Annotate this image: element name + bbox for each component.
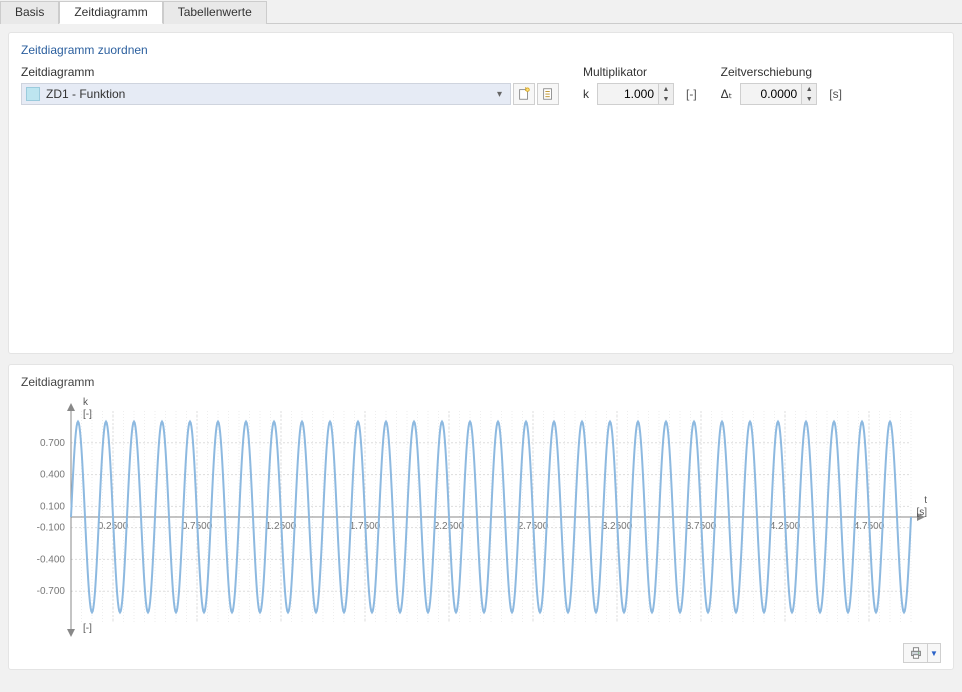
svg-text:[s]: [s] (916, 507, 927, 518)
svg-text:-0.700: -0.700 (37, 586, 66, 597)
zeitverschiebung-field: Zeitverschiebung Δₜ ▲ ▼ [s] (721, 65, 842, 105)
new-document-icon (517, 87, 531, 101)
tab-tabellenwerte[interactable]: Tabellenwerte (163, 1, 267, 24)
zeitdiagramm-select-text: ZD1 - Funktion (46, 87, 493, 101)
svg-text:[-]: [-] (83, 623, 92, 634)
zeitverschiebung-input[interactable] (741, 87, 801, 101)
svg-text:t: t (924, 495, 927, 506)
chevron-down-icon: ▼ (930, 649, 938, 658)
svg-text:0.100: 0.100 (40, 501, 65, 512)
zeitverschiebung-symbol: Δₜ (721, 87, 733, 101)
multiplikator-step-up[interactable]: ▲ (659, 84, 673, 94)
chart-panel: Zeitdiagramm 0.700 0.400 0.100 -0.100 -0.400… (8, 364, 954, 670)
zeitverschiebung-step-up[interactable]: ▲ (802, 84, 816, 94)
svg-text:0.700: 0.700 (40, 438, 65, 449)
print-button-dropdown[interactable]: ▼ (927, 643, 941, 663)
zeitverschiebung-spinner[interactable]: ▲ ▼ (740, 83, 817, 105)
new-zeitdiagramm-button[interactable] (513, 83, 535, 105)
zeitverschiebung-label: Zeitverschiebung (721, 65, 842, 79)
chart-panel-title: Zeitdiagramm (21, 375, 941, 389)
zeitdiagramm-field: Zeitdiagramm ZD1 - Funktion ▾ (21, 65, 559, 105)
chart-svg: 0.7000.4000.100-0.100-0.400-0.7000.25000… (21, 393, 941, 641)
document-icon (541, 87, 555, 101)
tab-zeitdiagramm[interactable]: Zeitdiagramm (59, 1, 162, 24)
chevron-down-icon: ▾ (493, 89, 506, 100)
multiplikator-unit: [-] (686, 87, 697, 101)
print-button[interactable] (903, 643, 927, 663)
zeitverschiebung-unit: [s] (829, 87, 842, 101)
svg-text:k: k (83, 397, 89, 408)
svg-text:[-]: [-] (83, 409, 92, 420)
edit-zeitdiagramm-button[interactable] (537, 83, 559, 105)
assign-panel-title: Zeitdiagramm zuordnen (21, 43, 941, 57)
svg-text:-0.100: -0.100 (37, 523, 66, 534)
multiplikator-step-down[interactable]: ▼ (659, 94, 673, 104)
tab-basis[interactable]: Basis (0, 1, 59, 24)
zeitverschiebung-step-down[interactable]: ▼ (802, 94, 816, 104)
multiplikator-input[interactable] (598, 87, 658, 101)
tab-bar: Basis Zeitdiagramm Tabellenwerte (0, 0, 962, 24)
multiplikator-field: Multiplikator k ▲ ▼ [-] (583, 65, 697, 105)
zeitdiagramm-label: Zeitdiagramm (21, 65, 559, 79)
svg-text:-0.400: -0.400 (37, 554, 66, 565)
zeitdiagramm-select[interactable]: ZD1 - Funktion ▾ (21, 83, 511, 105)
chart-area: 0.7000.4000.100-0.100-0.400-0.7000.25000… (21, 393, 941, 641)
multiplikator-label: Multiplikator (583, 65, 697, 79)
assign-panel: Zeitdiagramm zuordnen Zeitdiagramm ZD1 -… (8, 32, 954, 354)
multiplikator-spinner[interactable]: ▲ ▼ (597, 83, 674, 105)
multiplikator-symbol: k (583, 87, 589, 101)
print-button-group: ▼ (903, 643, 941, 663)
printer-icon (909, 646, 923, 660)
svg-text:0.400: 0.400 (40, 470, 65, 481)
zeitdiagramm-color-swatch (26, 87, 40, 101)
